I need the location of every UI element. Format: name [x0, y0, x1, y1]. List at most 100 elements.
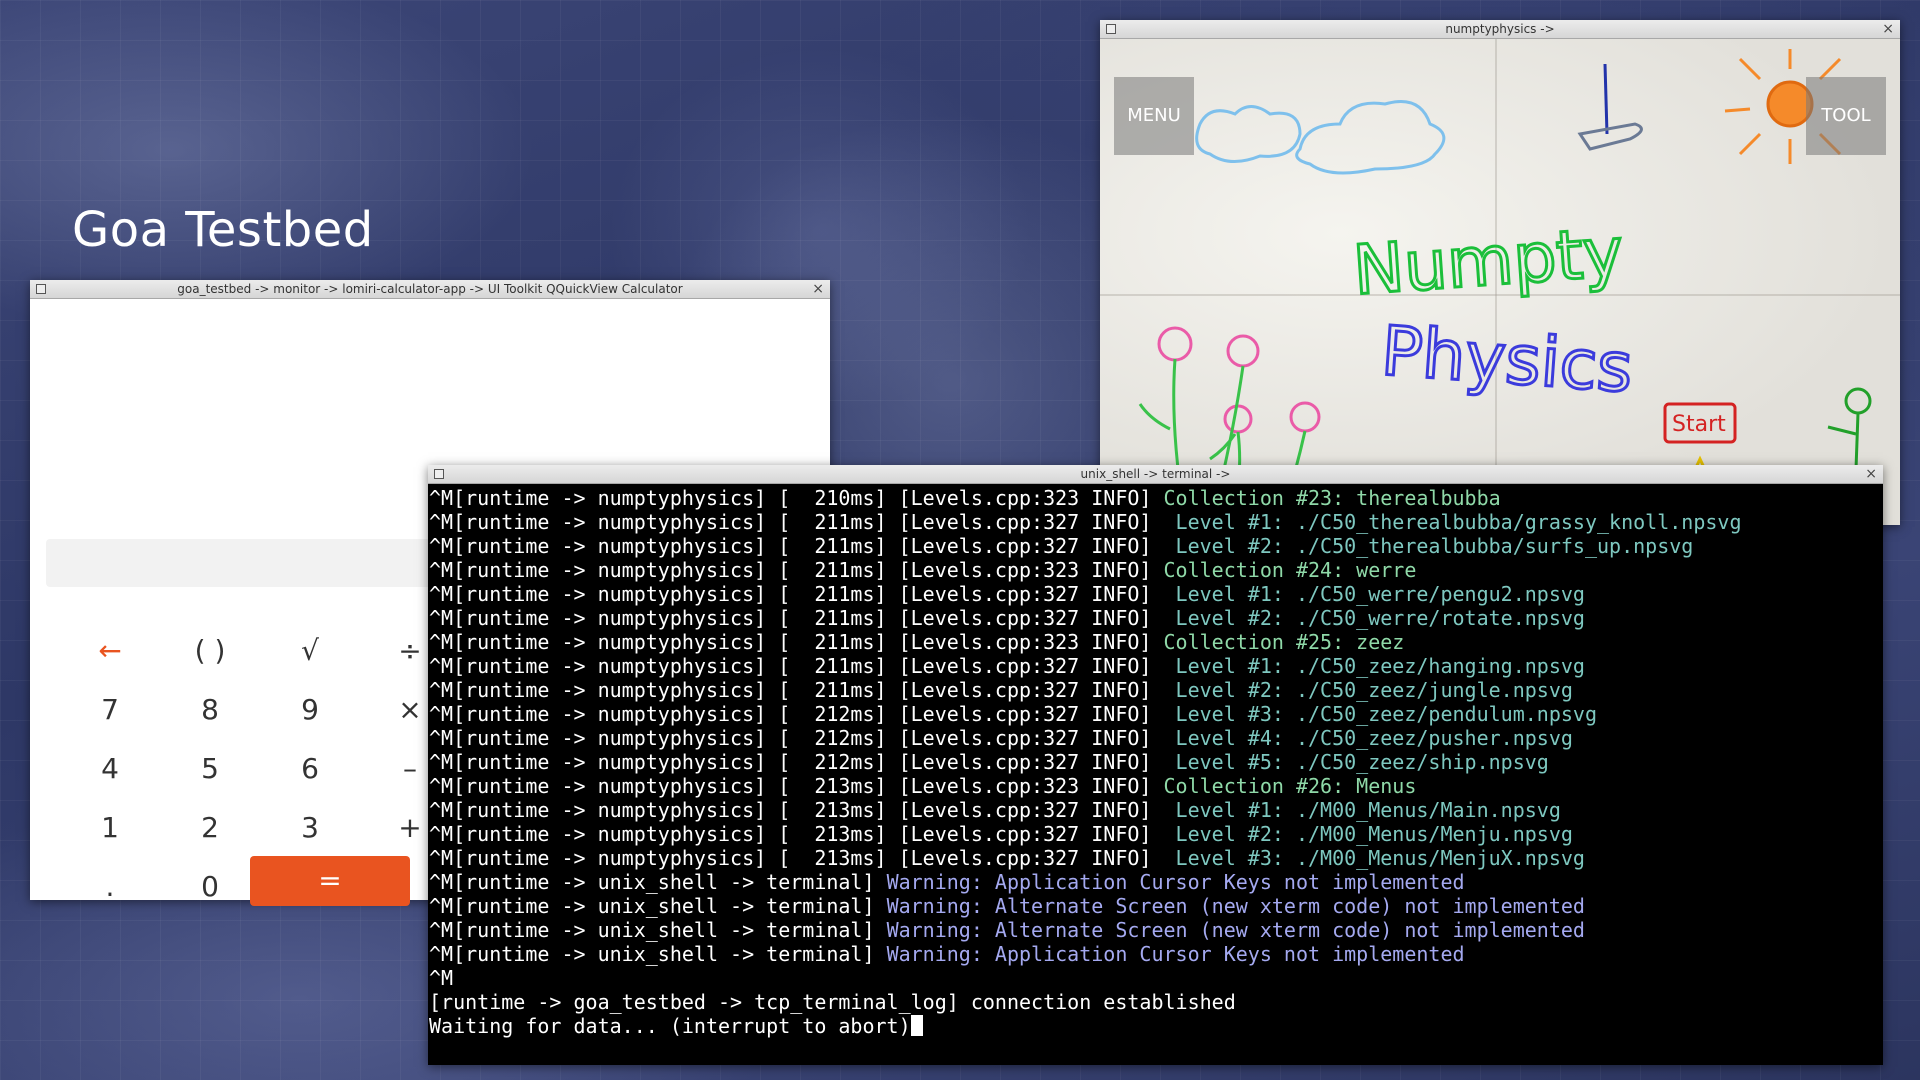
flower-icon	[1223, 404, 1253, 434]
terminal-line-message: Level #3: ./M00_Menus/MenjuX.npsvg	[1163, 846, 1585, 870]
terminal-line: ^M[runtime -> numptyphysics] [ 212ms] [L…	[429, 702, 1883, 726]
terminal-line-prefix: ^M[runtime -> numptyphysics] [ 211ms] [L…	[429, 678, 1164, 702]
terminal-line: ^M[runtime -> numptyphysics] [ 211ms] [L…	[429, 678, 1883, 702]
flower-icon	[1157, 326, 1193, 362]
terminal-line-message: Collection #24: werre	[1163, 558, 1417, 582]
key-6-button[interactable]: 6	[260, 744, 360, 794]
logo-physics: Physics	[1379, 312, 1635, 408]
close-icon[interactable]: ×	[1882, 20, 1894, 38]
equals-button[interactable]: =	[250, 856, 410, 906]
key-9-button[interactable]: 9	[260, 685, 360, 735]
numptyphysics-window: numptyphysics -> × Numpty Physics Start …	[1100, 20, 1900, 525]
terminal-line-prefix: ^M[runtime -> numptyphysics] [ 212ms] [L…	[429, 702, 1164, 726]
terminal-line-prefix: ^M[runtime -> numptyphysics] [ 211ms] [L…	[429, 654, 1164, 678]
terminal-line-prefix: [runtime -> goa_testbed -> tcp_terminal_…	[429, 990, 1236, 1014]
terminal-line-message: Level #1: ./C50_zeez/hanging.npsvg	[1163, 654, 1585, 678]
terminal-line-prefix: ^M[runtime -> numptyphysics] [ 211ms] [L…	[429, 582, 1164, 606]
terminal-line: ^M[runtime -> numptyphysics] [ 211ms] [L…	[429, 558, 1883, 582]
terminal-line: ^M[runtime -> unix_shell -> terminal] Wa…	[429, 870, 1883, 894]
terminal-line: ^M[runtime -> numptyphysics] [ 212ms] [L…	[429, 726, 1883, 750]
close-icon[interactable]: ×	[1865, 465, 1877, 483]
terminal-line-message: Warning: Alternate Screen (new xterm cod…	[886, 894, 1585, 918]
cloud-icon	[1195, 105, 1302, 163]
key-4-button[interactable]: 4	[60, 744, 160, 794]
terminal-line-prefix: ^M[runtime -> numptyphysics] [ 211ms] [L…	[429, 630, 1164, 654]
terminal-line-prefix: ^M[runtime -> numptyphysics] [ 212ms] [L…	[429, 726, 1164, 750]
sqrt-button[interactable]: √	[260, 626, 360, 676]
airplane-icon	[1577, 122, 1643, 151]
key-7-button[interactable]: 7	[60, 685, 160, 735]
text-cursor	[910, 1015, 923, 1036]
key-0-button[interactable]: 0	[160, 862, 260, 912]
terminal-line-prefix: ^M[runtime -> unix_shell -> terminal]	[429, 942, 887, 966]
key-3-button[interactable]: 3	[260, 803, 360, 853]
terminal-line-message: Warning: Alternate Screen (new xterm cod…	[886, 918, 1585, 942]
close-icon[interactable]: ×	[812, 280, 824, 298]
backspace-button[interactable]: ←	[60, 626, 160, 676]
key-1-button[interactable]: 1	[60, 803, 160, 853]
terminal-line-message: Level #4: ./C50_zeez/pusher.npsvg	[1163, 726, 1573, 750]
terminal-line-prefix: ^M[runtime -> unix_shell -> terminal]	[429, 894, 887, 918]
scene-drawing: Numpty Physics Start	[1138, 49, 1874, 523]
terminal-line-prefix: ^M[runtime -> unix_shell -> terminal]	[429, 870, 887, 894]
terminal-line-message: Collection #23: therealbubba	[1163, 486, 1501, 510]
calculator-window-title: goa_testbed -> monitor -> lomiri-calcula…	[177, 282, 683, 296]
cloud-icon	[1295, 100, 1446, 175]
terminal-line: ^M[runtime -> numptyphysics] [ 212ms] [L…	[429, 750, 1883, 774]
numptyphysics-titlebar[interactable]: numptyphysics -> ×	[1100, 20, 1900, 39]
terminal-line-prefix: ^M[runtime -> numptyphysics] [ 213ms] [L…	[429, 798, 1164, 822]
terminal-line-message: Warning: Application Cursor Keys not imp…	[886, 942, 1465, 966]
tool-button[interactable]: TOOL	[1806, 77, 1886, 155]
terminal-line-message: Level #2: ./C50_therealbubba/surfs_up.np…	[1163, 534, 1694, 558]
terminal-line: ^M[runtime -> unix_shell -> terminal] Wa…	[429, 918, 1883, 942]
terminal-titlebar[interactable]: unix_shell -> terminal -> ×	[428, 465, 1883, 484]
terminal-line: ^M[runtime -> numptyphysics] [ 211ms] [L…	[429, 654, 1883, 678]
terminal-line-message: Level #1: ./C50_therealbubba/grassy_knol…	[1163, 510, 1742, 534]
start-label: Start	[1672, 412, 1726, 437]
terminal-line-prefix: ^M[runtime -> numptyphysics] [ 213ms] [L…	[429, 774, 1164, 798]
terminal-line: ^M[runtime -> numptyphysics] [ 211ms] [L…	[429, 534, 1883, 558]
window-menu-icon[interactable]	[36, 284, 46, 294]
terminal-line-prefix: ^M[runtime -> numptyphysics] [ 212ms] [L…	[429, 750, 1164, 774]
desktop-title: Goa Testbed	[72, 202, 374, 258]
terminal-line-message: Level #1: ./M00_Menus/Main.npsvg	[1163, 798, 1561, 822]
terminal-line-prefix: ^M[runtime -> numptyphysics] [ 211ms] [L…	[429, 510, 1164, 534]
terminal-line: ^M[runtime -> numptyphysics] [ 213ms] [L…	[429, 774, 1883, 798]
window-menu-icon[interactable]	[434, 469, 444, 479]
terminal-line: ^M[runtime -> unix_shell -> terminal] Wa…	[429, 894, 1883, 918]
key-2-button[interactable]: 2	[160, 803, 260, 853]
flower-icon	[1289, 401, 1321, 433]
terminal-line-message: Level #2: ./M00_Menus/Menju.npsvg	[1163, 822, 1573, 846]
terminal-line: ^M[runtime -> numptyphysics] [ 213ms] [L…	[429, 846, 1883, 870]
terminal-line-prefix: ^M[runtime -> numptyphysics] [ 211ms] [L…	[429, 558, 1164, 582]
terminal-line: ^M	[429, 966, 1883, 990]
terminal-line: ^M[runtime -> numptyphysics] [ 213ms] [L…	[429, 798, 1883, 822]
calculator-titlebar[interactable]: goa_testbed -> monitor -> lomiri-calcula…	[30, 280, 830, 299]
terminal-line-message: Level #3: ./C50_zeez/pendulum.npsvg	[1163, 702, 1597, 726]
terminal-line: ^M[runtime -> numptyphysics] [ 213ms] [L…	[429, 822, 1883, 846]
parentheses-button[interactable]: ( )	[160, 626, 260, 676]
flower-icon	[1226, 334, 1260, 368]
terminal-line: Waiting for data... (interrupt to abort)	[429, 1014, 1883, 1038]
terminal-line-message: Level #2: ./C50_werre/rotate.npsvg	[1163, 606, 1585, 630]
terminal-line-message: Level #1: ./C50_werre/pengu2.npsvg	[1163, 582, 1585, 606]
window-menu-icon[interactable]	[1106, 24, 1116, 34]
numptyphysics-window-title: numptyphysics ->	[1445, 22, 1555, 36]
terminal-line: ^M[runtime -> numptyphysics] [ 211ms] [L…	[429, 606, 1883, 630]
game-canvas[interactable]: Numpty Physics Start MENU TOOL	[1100, 39, 1900, 525]
key-8-button[interactable]: 8	[160, 685, 260, 735]
terminal-output[interactable]: ^M[runtime -> numptyphysics] [ 210ms] [L…	[428, 484, 1883, 1065]
terminal-line-prefix: Waiting for data... (interrupt to abort)	[429, 1014, 911, 1038]
decimal-point-button[interactable]: .	[60, 862, 160, 912]
logo-numpty: Numpty	[1351, 213, 1626, 311]
menu-button[interactable]: MENU	[1114, 77, 1194, 155]
terminal-line-message: Collection #26: Menus	[1163, 774, 1417, 798]
terminal-line-message: Collection #25: zeez	[1163, 630, 1405, 654]
terminal-window: unix_shell -> terminal -> × ^M[runtime -…	[428, 465, 1883, 1065]
terminal-line-prefix: ^M[runtime -> numptyphysics] [ 211ms] [L…	[429, 534, 1164, 558]
key-5-button[interactable]: 5	[160, 744, 260, 794]
terminal-line-message: Level #5: ./C50_zeez/ship.npsvg	[1163, 750, 1549, 774]
terminal-line-prefix: ^M[runtime -> numptyphysics] [ 213ms] [L…	[429, 822, 1164, 846]
terminal-line: [runtime -> goa_testbed -> tcp_terminal_…	[429, 990, 1883, 1014]
terminal-line-prefix: ^M[runtime -> numptyphysics] [ 211ms] [L…	[429, 606, 1164, 630]
